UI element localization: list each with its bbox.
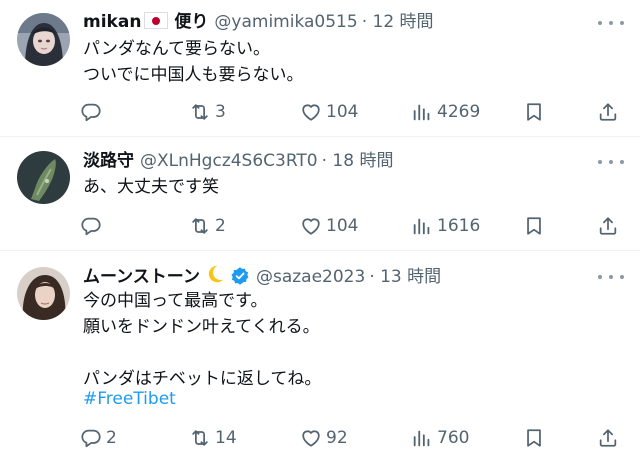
timestamp[interactable]: · 13 時間 — [369, 267, 441, 287]
retweet-button[interactable]: 2 — [189, 213, 226, 239]
views-icon — [411, 215, 433, 237]
reply-icon — [80, 427, 102, 449]
views-button[interactable]: 760 — [411, 425, 469, 451]
reply-icon — [80, 101, 102, 123]
tweet-header: mikan 便り @yamimika0515 · 12 時間 — [83, 9, 580, 35]
tweet[interactable]: ムーンストーン @sazae2023 · 13 時間 今の中国って最高です。 願いを… — [0, 251, 640, 457]
like-button[interactable]: 92 — [300, 425, 348, 451]
display-name[interactable]: ムーンストーン — [83, 267, 200, 287]
share-icon — [597, 215, 619, 237]
like-button[interactable]: 104 — [300, 213, 358, 239]
bookmark-icon — [523, 427, 545, 449]
share-button[interactable] — [597, 425, 619, 451]
bookmark-button[interactable] — [523, 99, 545, 125]
tweet[interactable]: mikan 便り @yamimika0515 · 12 時間 パンダなんて要らない。 … — [0, 0, 640, 136]
views-button[interactable]: 1616 — [411, 213, 480, 239]
tweet-text: パンダなんて要らない。 ついでに中国人も要らない。 — [83, 39, 304, 85]
retweet-button[interactable]: 3 — [189, 99, 226, 125]
view-count: 1616 — [437, 216, 481, 236]
retweet-icon — [189, 101, 211, 123]
reply-button[interactable] — [80, 213, 106, 239]
like-icon — [300, 101, 322, 123]
views-button[interactable]: 4269 — [411, 99, 480, 125]
timestamp[interactable]: · 12 時間 — [362, 12, 434, 32]
action-bar: 2 104 1616 — [80, 213, 625, 239]
avatar[interactable] — [17, 267, 70, 320]
retweet-count: 2 — [215, 216, 226, 236]
like-icon — [300, 215, 322, 237]
more-icon[interactable] — [598, 155, 624, 169]
retweet-button[interactable]: 14 — [189, 425, 237, 451]
display-name-suffix[interactable]: 便り — [174, 12, 208, 32]
retweet-count: 3 — [215, 102, 226, 122]
like-count: 104 — [326, 102, 359, 122]
share-button[interactable] — [597, 99, 619, 125]
views-icon — [411, 427, 433, 449]
bookmark-button[interactable] — [523, 425, 545, 451]
display-name[interactable]: mikan — [83, 12, 141, 32]
tweet-text: あ、大丈夫です笑 — [83, 177, 219, 197]
bookmark-button[interactable] — [523, 213, 545, 239]
japan-flag-icon — [144, 12, 169, 29]
reply-icon — [80, 215, 102, 237]
tweet-hashtag-line: #FreeTibet — [83, 386, 620, 412]
action-bar: 3 104 4269 — [80, 99, 625, 125]
avatar[interactable] — [17, 13, 70, 66]
like-button[interactable]: 104 — [300, 99, 358, 125]
tweet-text: 今の中国って最高です。 願いをドンドン叶えてくれる。 パンダはチベットに返してね… — [83, 291, 322, 389]
retweet-icon — [189, 215, 211, 237]
timestamp[interactable]: · 18 時間 — [322, 151, 394, 171]
like-count: 92 — [326, 428, 348, 448]
tweet-header: 淡路守 @XLnHgcz4S6C3RT0 · 18 時間 — [83, 148, 580, 174]
more-icon[interactable] — [598, 16, 624, 30]
tweet-header: ムーンストーン @sazae2023 · 13 時間 — [83, 263, 580, 289]
share-icon — [597, 101, 619, 123]
retweet-icon — [189, 427, 211, 449]
views-icon — [411, 101, 433, 123]
action-bar: 2 14 92 760 — [80, 425, 625, 451]
view-count: 760 — [437, 428, 470, 448]
handle[interactable]: @XLnHgcz4S6C3RT0 — [140, 151, 318, 171]
reply-button[interactable] — [80, 99, 106, 125]
handle[interactable]: @sazae2023 — [256, 267, 365, 287]
avatar[interactable] — [17, 151, 70, 204]
like-count: 104 — [326, 216, 359, 236]
hashtag-link[interactable]: #FreeTibet — [83, 389, 176, 409]
tweet[interactable]: 淡路守 @XLnHgcz4S6C3RT0 · 18 時間 あ、大丈夫です笑 2 10… — [0, 137, 640, 250]
display-name[interactable]: 淡路守 — [83, 151, 134, 171]
bookmark-icon — [523, 101, 545, 123]
retweet-count: 14 — [215, 428, 237, 448]
like-icon — [300, 427, 322, 449]
verified-badge-icon[interactable] — [230, 266, 250, 286]
handle[interactable]: @yamimika0515 — [214, 12, 357, 32]
share-icon — [597, 427, 619, 449]
crescent-moon-icon — [208, 265, 224, 283]
bookmark-icon — [523, 215, 545, 237]
more-icon[interactable] — [598, 270, 624, 284]
reply-button[interactable]: 2 — [80, 425, 117, 451]
reply-count: 2 — [106, 428, 117, 448]
share-button[interactable] — [597, 213, 619, 239]
view-count: 4269 — [437, 102, 481, 122]
